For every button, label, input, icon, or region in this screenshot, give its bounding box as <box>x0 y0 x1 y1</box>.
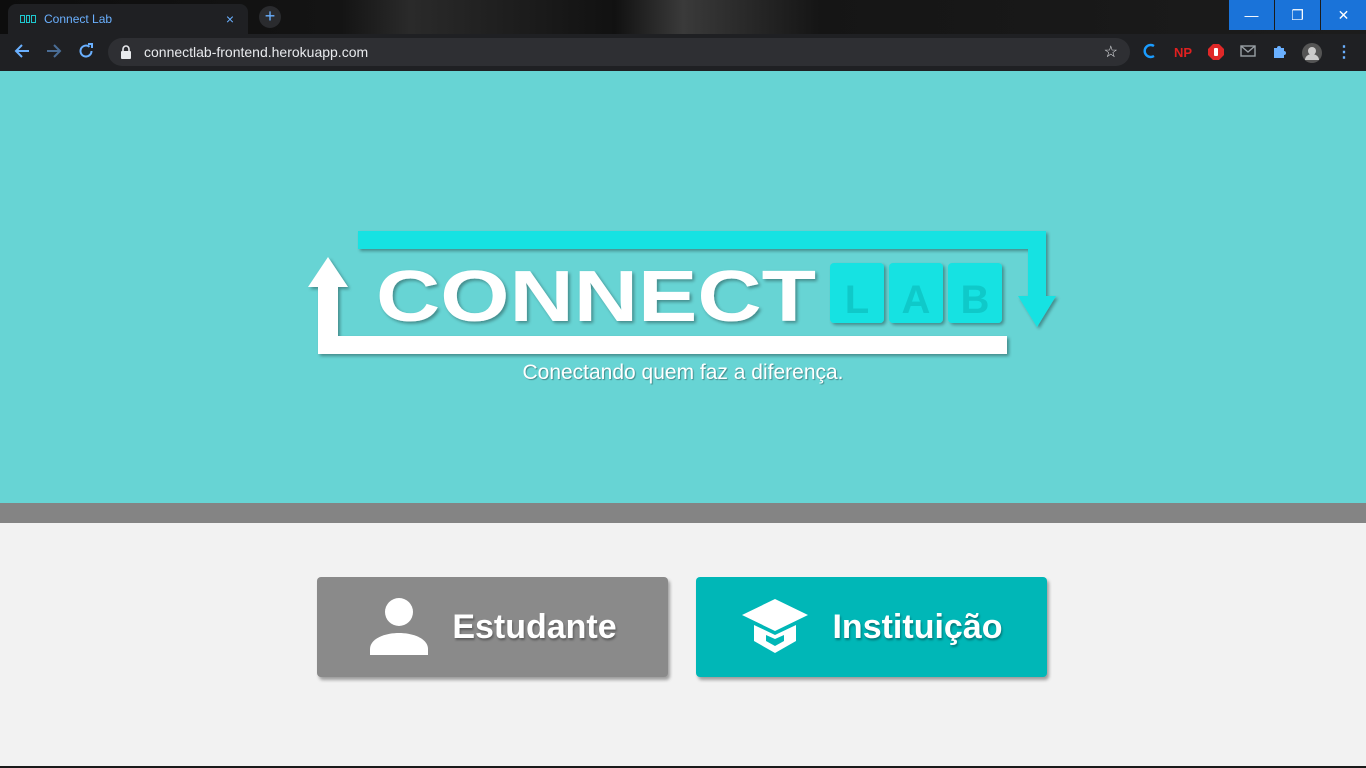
favicon-icon <box>20 15 37 23</box>
bookmark-star-icon[interactable]: ☆ <box>1104 42 1118 62</box>
tab-close-icon[interactable]: × <box>222 11 238 27</box>
browser-tab[interactable]: Connect Lab × <box>8 4 248 34</box>
institution-label: Instituição <box>832 607 1003 646</box>
menu-kebab-icon[interactable]: ⋮ <box>1334 43 1354 63</box>
url-text: connectlab-frontend.herokuapp.com <box>144 44 369 60</box>
tab-title: Connect Lab <box>44 12 113 26</box>
hero-banner: CONNECT L A B Conectando quem faz a dife… <box>0 71 1366 503</box>
minimize-button[interactable]: — <box>1229 0 1274 30</box>
browser-titlebar: Connect Lab × + — ❐ ✕ <box>0 0 1366 34</box>
back-icon[interactable] <box>10 41 34 65</box>
close-window-button[interactable]: ✕ <box>1321 0 1366 30</box>
logo-letter-l: L <box>845 278 869 322</box>
graduation-cap-icon <box>742 599 809 653</box>
logo-letter-b: B <box>961 278 990 322</box>
extension-np-icon[interactable]: NP <box>1173 43 1193 63</box>
connectlab-logo: CONNECT L A B <box>308 231 1056 354</box>
lock-icon <box>121 45 131 59</box>
reload-icon[interactable] <box>74 41 98 65</box>
mail-icon[interactable] <box>1238 43 1258 63</box>
adblock-icon[interactable] <box>1206 43 1226 63</box>
browser-toolbar: connectlab-frontend.herokuapp.com ☆ NP ⋮ <box>0 34 1366 71</box>
student-button[interactable]: Estudante <box>317 577 668 677</box>
new-tab-button[interactable]: + <box>259 6 281 28</box>
restore-button[interactable]: ❐ <box>1275 0 1320 30</box>
tagline: Conectando quem faz a diferença. <box>522 361 844 384</box>
address-bar[interactable]: connectlab-frontend.herokuapp.com ☆ <box>108 38 1130 66</box>
student-label: Estudante <box>452 607 617 646</box>
person-icon <box>370 598 429 655</box>
extensions-puzzle-icon[interactable] <box>1270 43 1290 63</box>
logo-connect-text: CONNECT <box>376 257 816 337</box>
forward-icon[interactable] <box>42 41 66 65</box>
institution-button[interactable]: Instituição <box>696 577 1047 677</box>
extension-c-icon[interactable] <box>1140 43 1160 63</box>
divider-band <box>0 503 1366 523</box>
logo-letter-a: A <box>902 278 931 322</box>
profile-avatar-icon[interactable] <box>1302 43 1322 63</box>
